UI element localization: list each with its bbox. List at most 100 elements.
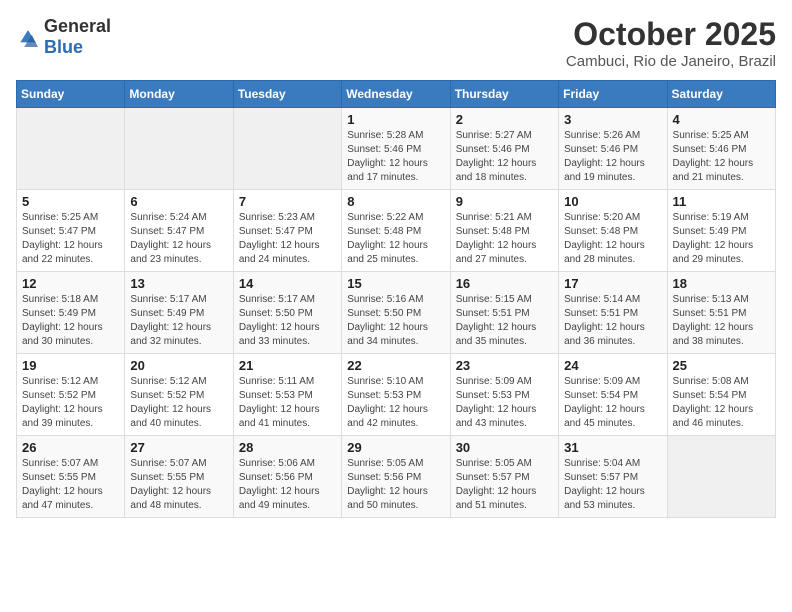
title-area: October 2025 Cambuci, Rio de Janeiro, Br…	[566, 16, 776, 70]
weekday-header-saturday: Saturday	[667, 81, 775, 108]
day-number: 4	[673, 112, 770, 127]
day-cell	[17, 108, 125, 190]
day-info: Sunrise: 5:18 AM Sunset: 5:49 PM Dayligh…	[22, 293, 119, 349]
day-number: 25	[673, 358, 770, 373]
weekday-header-tuesday: Tuesday	[233, 81, 341, 108]
week-row-4: 19 Sunrise: 5:12 AM Sunset: 5:52 PM Dayli…	[17, 354, 776, 436]
day-number: 7	[239, 194, 336, 209]
day-info: Sunrise: 5:28 AM Sunset: 5:46 PM Dayligh…	[347, 129, 444, 185]
logo-icon	[16, 27, 40, 47]
day-number: 8	[347, 194, 444, 209]
day-cell: 1 Sunrise: 5:28 AM Sunset: 5:46 PM Daylig…	[342, 108, 450, 190]
day-info: Sunrise: 5:07 AM Sunset: 5:55 PM Dayligh…	[22, 457, 119, 513]
day-number: 11	[673, 194, 770, 209]
day-info: Sunrise: 5:12 AM Sunset: 5:52 PM Dayligh…	[130, 375, 227, 431]
day-cell: 15 Sunrise: 5:16 AM Sunset: 5:50 PM Dayli…	[342, 272, 450, 354]
logo-blue: Blue	[44, 37, 83, 57]
day-cell: 14Sunrise: 5:17 AM Sunset: 5:50 PM Dayli…	[233, 272, 341, 354]
day-info: Sunrise: 5:22 AM Sunset: 5:48 PM Dayligh…	[347, 211, 444, 267]
day-number: 23	[456, 358, 553, 373]
day-number: 31	[564, 440, 661, 455]
day-cell: 11 Sunrise: 5:19 AM Sunset: 5:49 PM Dayli…	[667, 190, 775, 272]
day-info: Sunrise: 5:25 AM Sunset: 5:47 PM Dayligh…	[22, 211, 119, 267]
day-info: Sunrise: 5:12 AM Sunset: 5:52 PM Dayligh…	[22, 375, 119, 431]
day-number: 24	[564, 358, 661, 373]
day-number: 19	[22, 358, 119, 373]
day-cell	[125, 108, 233, 190]
day-info: Sunrise: 5:10 AM Sunset: 5:53 PM Dayligh…	[347, 375, 444, 431]
day-info: Sunrise: 5:06 AM Sunset: 5:56 PM Dayligh…	[239, 457, 336, 513]
day-info: Sunrise: 5:19 AM Sunset: 5:49 PM Dayligh…	[673, 211, 770, 267]
day-cell: 4 Sunrise: 5:25 AM Sunset: 5:46 PM Daylig…	[667, 108, 775, 190]
day-cell: 8 Sunrise: 5:22 AM Sunset: 5:48 PM Daylig…	[342, 190, 450, 272]
day-number: 9	[456, 194, 553, 209]
weekday-header-row: SundayMondayTuesdayWednesdayThursdayFrid…	[17, 81, 776, 108]
day-cell: 9Sunrise: 5:21 AM Sunset: 5:48 PM Daylig…	[450, 190, 558, 272]
day-cell: 24Sunrise: 5:09 AM Sunset: 5:54 PM Dayli…	[559, 354, 667, 436]
day-cell: 23 Sunrise: 5:09 AM Sunset: 5:53 PM Dayli…	[450, 354, 558, 436]
day-cell: 5Sunrise: 5:25 AM Sunset: 5:47 PM Daylig…	[17, 190, 125, 272]
logo-general: General	[44, 16, 111, 36]
day-cell	[667, 436, 775, 518]
day-cell: 16 Sunrise: 5:15 AM Sunset: 5:51 PM Dayli…	[450, 272, 558, 354]
day-number: 15	[347, 276, 444, 291]
day-cell: 20 Sunrise: 5:12 AM Sunset: 5:52 PM Dayli…	[125, 354, 233, 436]
day-number: 16	[456, 276, 553, 291]
day-cell: 13Sunrise: 5:17 AM Sunset: 5:49 PM Dayli…	[125, 272, 233, 354]
day-number: 3	[564, 112, 661, 127]
day-info: Sunrise: 5:16 AM Sunset: 5:50 PM Dayligh…	[347, 293, 444, 349]
day-info: Sunrise: 5:11 AM Sunset: 5:53 PM Dayligh…	[239, 375, 336, 431]
day-number: 29	[347, 440, 444, 455]
day-info: Sunrise: 5:26 AM Sunset: 5:46 PM Dayligh…	[564, 129, 661, 185]
day-info: Sunrise: 5:23 AM Sunset: 5:47 PM Dayligh…	[239, 211, 336, 267]
week-row-2: 5Sunrise: 5:25 AM Sunset: 5:47 PM Daylig…	[17, 190, 776, 272]
day-cell: 28 Sunrise: 5:06 AM Sunset: 5:56 PM Dayli…	[233, 436, 341, 518]
day-number: 17	[564, 276, 661, 291]
day-info: Sunrise: 5:27 AM Sunset: 5:46 PM Dayligh…	[456, 129, 553, 185]
day-number: 2	[456, 112, 553, 127]
day-info: Sunrise: 5:14 AM Sunset: 5:51 PM Dayligh…	[564, 293, 661, 349]
day-info: Sunrise: 5:09 AM Sunset: 5:53 PM Dayligh…	[456, 375, 553, 431]
location-title: Cambuci, Rio de Janeiro, Brazil	[566, 53, 776, 70]
day-info: Sunrise: 5:13 AM Sunset: 5:51 PM Dayligh…	[673, 293, 770, 349]
day-number: 20	[130, 358, 227, 373]
day-info: Sunrise: 5:25 AM Sunset: 5:46 PM Dayligh…	[673, 129, 770, 185]
day-info: Sunrise: 5:24 AM Sunset: 5:47 PM Dayligh…	[130, 211, 227, 267]
day-info: Sunrise: 5:15 AM Sunset: 5:51 PM Dayligh…	[456, 293, 553, 349]
header-area: General Blue October 2025 Cambuci, Rio d…	[16, 16, 776, 70]
day-number: 14	[239, 276, 336, 291]
weekday-header-monday: Monday	[125, 81, 233, 108]
day-cell: 19 Sunrise: 5:12 AM Sunset: 5:52 PM Dayli…	[17, 354, 125, 436]
day-cell: 25Sunrise: 5:08 AM Sunset: 5:54 PM Dayli…	[667, 354, 775, 436]
day-info: Sunrise: 5:05 AM Sunset: 5:57 PM Dayligh…	[456, 457, 553, 513]
day-number: 21	[239, 358, 336, 373]
weekday-header-wednesday: Wednesday	[342, 81, 450, 108]
day-number: 27	[130, 440, 227, 455]
week-row-5: 26Sunrise: 5:07 AM Sunset: 5:55 PM Dayli…	[17, 436, 776, 518]
day-cell: 18Sunrise: 5:13 AM Sunset: 5:51 PM Dayli…	[667, 272, 775, 354]
day-cell: 17 Sunrise: 5:14 AM Sunset: 5:51 PM Dayli…	[559, 272, 667, 354]
day-cell: 6Sunrise: 5:24 AM Sunset: 5:47 PM Daylig…	[125, 190, 233, 272]
day-number: 10	[564, 194, 661, 209]
day-number: 30	[456, 440, 553, 455]
day-cell: 7 Sunrise: 5:23 AM Sunset: 5:47 PM Daylig…	[233, 190, 341, 272]
day-cell: 31 Sunrise: 5:04 AM Sunset: 5:57 PM Dayli…	[559, 436, 667, 518]
day-number: 28	[239, 440, 336, 455]
weekday-header-thursday: Thursday	[450, 81, 558, 108]
day-cell: 22 Sunrise: 5:10 AM Sunset: 5:53 PM Dayli…	[342, 354, 450, 436]
day-cell: 12Sunrise: 5:18 AM Sunset: 5:49 PM Dayli…	[17, 272, 125, 354]
day-info: Sunrise: 5:20 AM Sunset: 5:48 PM Dayligh…	[564, 211, 661, 267]
day-number: 22	[347, 358, 444, 373]
day-info: Sunrise: 5:04 AM Sunset: 5:57 PM Dayligh…	[564, 457, 661, 513]
day-cell	[233, 108, 341, 190]
logo: General Blue	[16, 16, 111, 58]
day-info: Sunrise: 5:07 AM Sunset: 5:55 PM Dayligh…	[130, 457, 227, 513]
weekday-header-friday: Friday	[559, 81, 667, 108]
day-cell: 27 Sunrise: 5:07 AM Sunset: 5:55 PM Dayli…	[125, 436, 233, 518]
calendar-table: SundayMondayTuesdayWednesdayThursdayFrid…	[16, 80, 776, 518]
day-cell: 26Sunrise: 5:07 AM Sunset: 5:55 PM Dayli…	[17, 436, 125, 518]
week-row-1: 1 Sunrise: 5:28 AM Sunset: 5:46 PM Daylig…	[17, 108, 776, 190]
day-number: 1	[347, 112, 444, 127]
day-info: Sunrise: 5:17 AM Sunset: 5:49 PM Dayligh…	[130, 293, 227, 349]
day-cell: 29Sunrise: 5:05 AM Sunset: 5:56 PM Dayli…	[342, 436, 450, 518]
